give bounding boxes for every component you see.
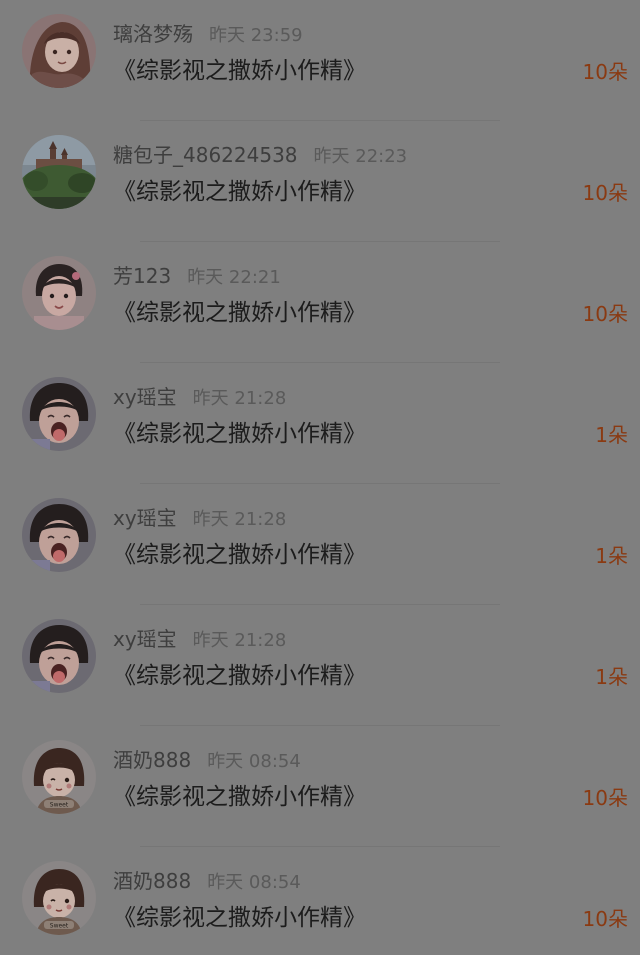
avatar[interactable]	[22, 498, 96, 572]
meta-line: 芳123 昨天 22:21	[113, 262, 281, 290]
toddler-tongue-avatar-icon	[22, 619, 96, 693]
list-item[interactable]: xy瑶宝 昨天 21:28 《综影视之撒娇小作精》 1朵	[0, 605, 640, 726]
avatar[interactable]: Sweet	[22, 861, 96, 935]
book-title[interactable]: 《综影视之撒娇小作精》	[113, 659, 366, 693]
meta-line: 酒奶888 昨天 08:54	[113, 867, 301, 895]
anime-girl-avatar-icon	[22, 14, 96, 88]
avatar[interactable]	[22, 377, 96, 451]
list-item[interactable]: xy瑶宝 昨天 21:28 《综影视之撒娇小作精》 1朵	[0, 363, 640, 484]
child-photo-avatar-icon	[22, 256, 96, 330]
gift-amount: 10朵	[582, 786, 628, 810]
timestamp: 昨天 23:59	[209, 25, 303, 46]
avatar[interactable]: Sweet	[22, 740, 96, 814]
username[interactable]: 璃洛梦殇	[113, 22, 193, 46]
list-item[interactable]: Sweet 酒奶888 昨天 08:54 《综影视之撒娇小作精》 10朵	[0, 847, 640, 955]
list-item[interactable]: 糖包子_486224538 昨天 22:23 《综影视之撒娇小作精》 10朵	[0, 121, 640, 242]
meta-line: 糖包子_486224538 昨天 22:23	[113, 141, 407, 169]
book-title[interactable]: 《综影视之撒娇小作精》	[113, 417, 366, 451]
gift-record-list: 璃洛梦殇 昨天 23:59 《综影视之撒娇小作精》 10朵 糖包子_486224…	[0, 0, 640, 955]
meta-line: xy瑶宝 昨天 21:28	[113, 625, 286, 653]
gift-amount: 1朵	[595, 665, 628, 689]
book-title[interactable]: 《综影视之撒娇小作精》	[113, 296, 366, 330]
meta-line: 酒奶888 昨天 08:54	[113, 746, 301, 774]
svg-text:Sweet: Sweet	[50, 802, 69, 809]
username[interactable]: xy瑶宝	[113, 385, 177, 409]
book-title[interactable]: 《综影视之撒娇小作精》	[113, 901, 366, 935]
cartoon-girl-sweet-avatar-icon: Sweet	[22, 740, 96, 814]
timestamp: 昨天 08:54	[207, 751, 301, 772]
gift-amount: 10朵	[582, 302, 628, 326]
gift-amount: 10朵	[582, 181, 628, 205]
username[interactable]: 酒奶888	[113, 869, 191, 893]
toddler-tongue-avatar-icon	[22, 377, 96, 451]
username[interactable]: xy瑶宝	[113, 506, 177, 530]
meta-line: xy瑶宝 昨天 21:28	[113, 383, 286, 411]
avatar[interactable]	[22, 619, 96, 693]
username[interactable]: 酒奶888	[113, 748, 191, 772]
timestamp: 昨天 08:54	[207, 872, 301, 893]
username[interactable]: 芳123	[113, 264, 171, 288]
timestamp: 昨天 21:28	[192, 509, 287, 530]
avatar[interactable]	[22, 256, 96, 330]
avatar[interactable]	[22, 135, 96, 209]
toddler-tongue-avatar-icon	[22, 498, 96, 572]
list-item[interactable]: 璃洛梦殇 昨天 23:59 《综影视之撒娇小作精》 10朵	[0, 0, 640, 121]
book-title[interactable]: 《综影视之撒娇小作精》	[113, 175, 366, 209]
username[interactable]: xy瑶宝	[113, 627, 177, 651]
book-title[interactable]: 《综影视之撒娇小作精》	[113, 54, 366, 88]
gift-amount: 10朵	[582, 60, 628, 84]
list-item[interactable]: xy瑶宝 昨天 21:28 《综影视之撒娇小作精》 1朵	[0, 484, 640, 605]
username[interactable]: 糖包子_486224538	[113, 143, 298, 167]
book-title[interactable]: 《综影视之撒娇小作精》	[113, 538, 366, 572]
timestamp: 昨天 21:28	[192, 388, 287, 409]
gift-amount: 1朵	[595, 544, 628, 568]
meta-line: 璃洛梦殇 昨天 23:59	[113, 20, 303, 48]
gift-amount: 1朵	[595, 423, 628, 447]
meta-line: xy瑶宝 昨天 21:28	[113, 504, 286, 532]
list-item[interactable]: Sweet 酒奶888 昨天 08:54 《综影视之撒娇小作精》 10朵	[0, 726, 640, 847]
svg-text:Sweet: Sweet	[50, 923, 69, 930]
cartoon-girl-sweet-avatar-icon: Sweet	[22, 861, 96, 935]
book-title[interactable]: 《综影视之撒娇小作精》	[113, 780, 366, 814]
list-item[interactable]: 芳123 昨天 22:21 《综影视之撒娇小作精》 10朵	[0, 242, 640, 363]
timestamp: 昨天 21:28	[192, 630, 287, 651]
timestamp: 昨天 22:21	[187, 267, 281, 288]
avatar[interactable]	[22, 14, 96, 88]
castle-landscape-avatar-icon	[22, 135, 96, 209]
timestamp: 昨天 22:23	[313, 146, 408, 167]
gift-amount: 10朵	[582, 907, 628, 931]
